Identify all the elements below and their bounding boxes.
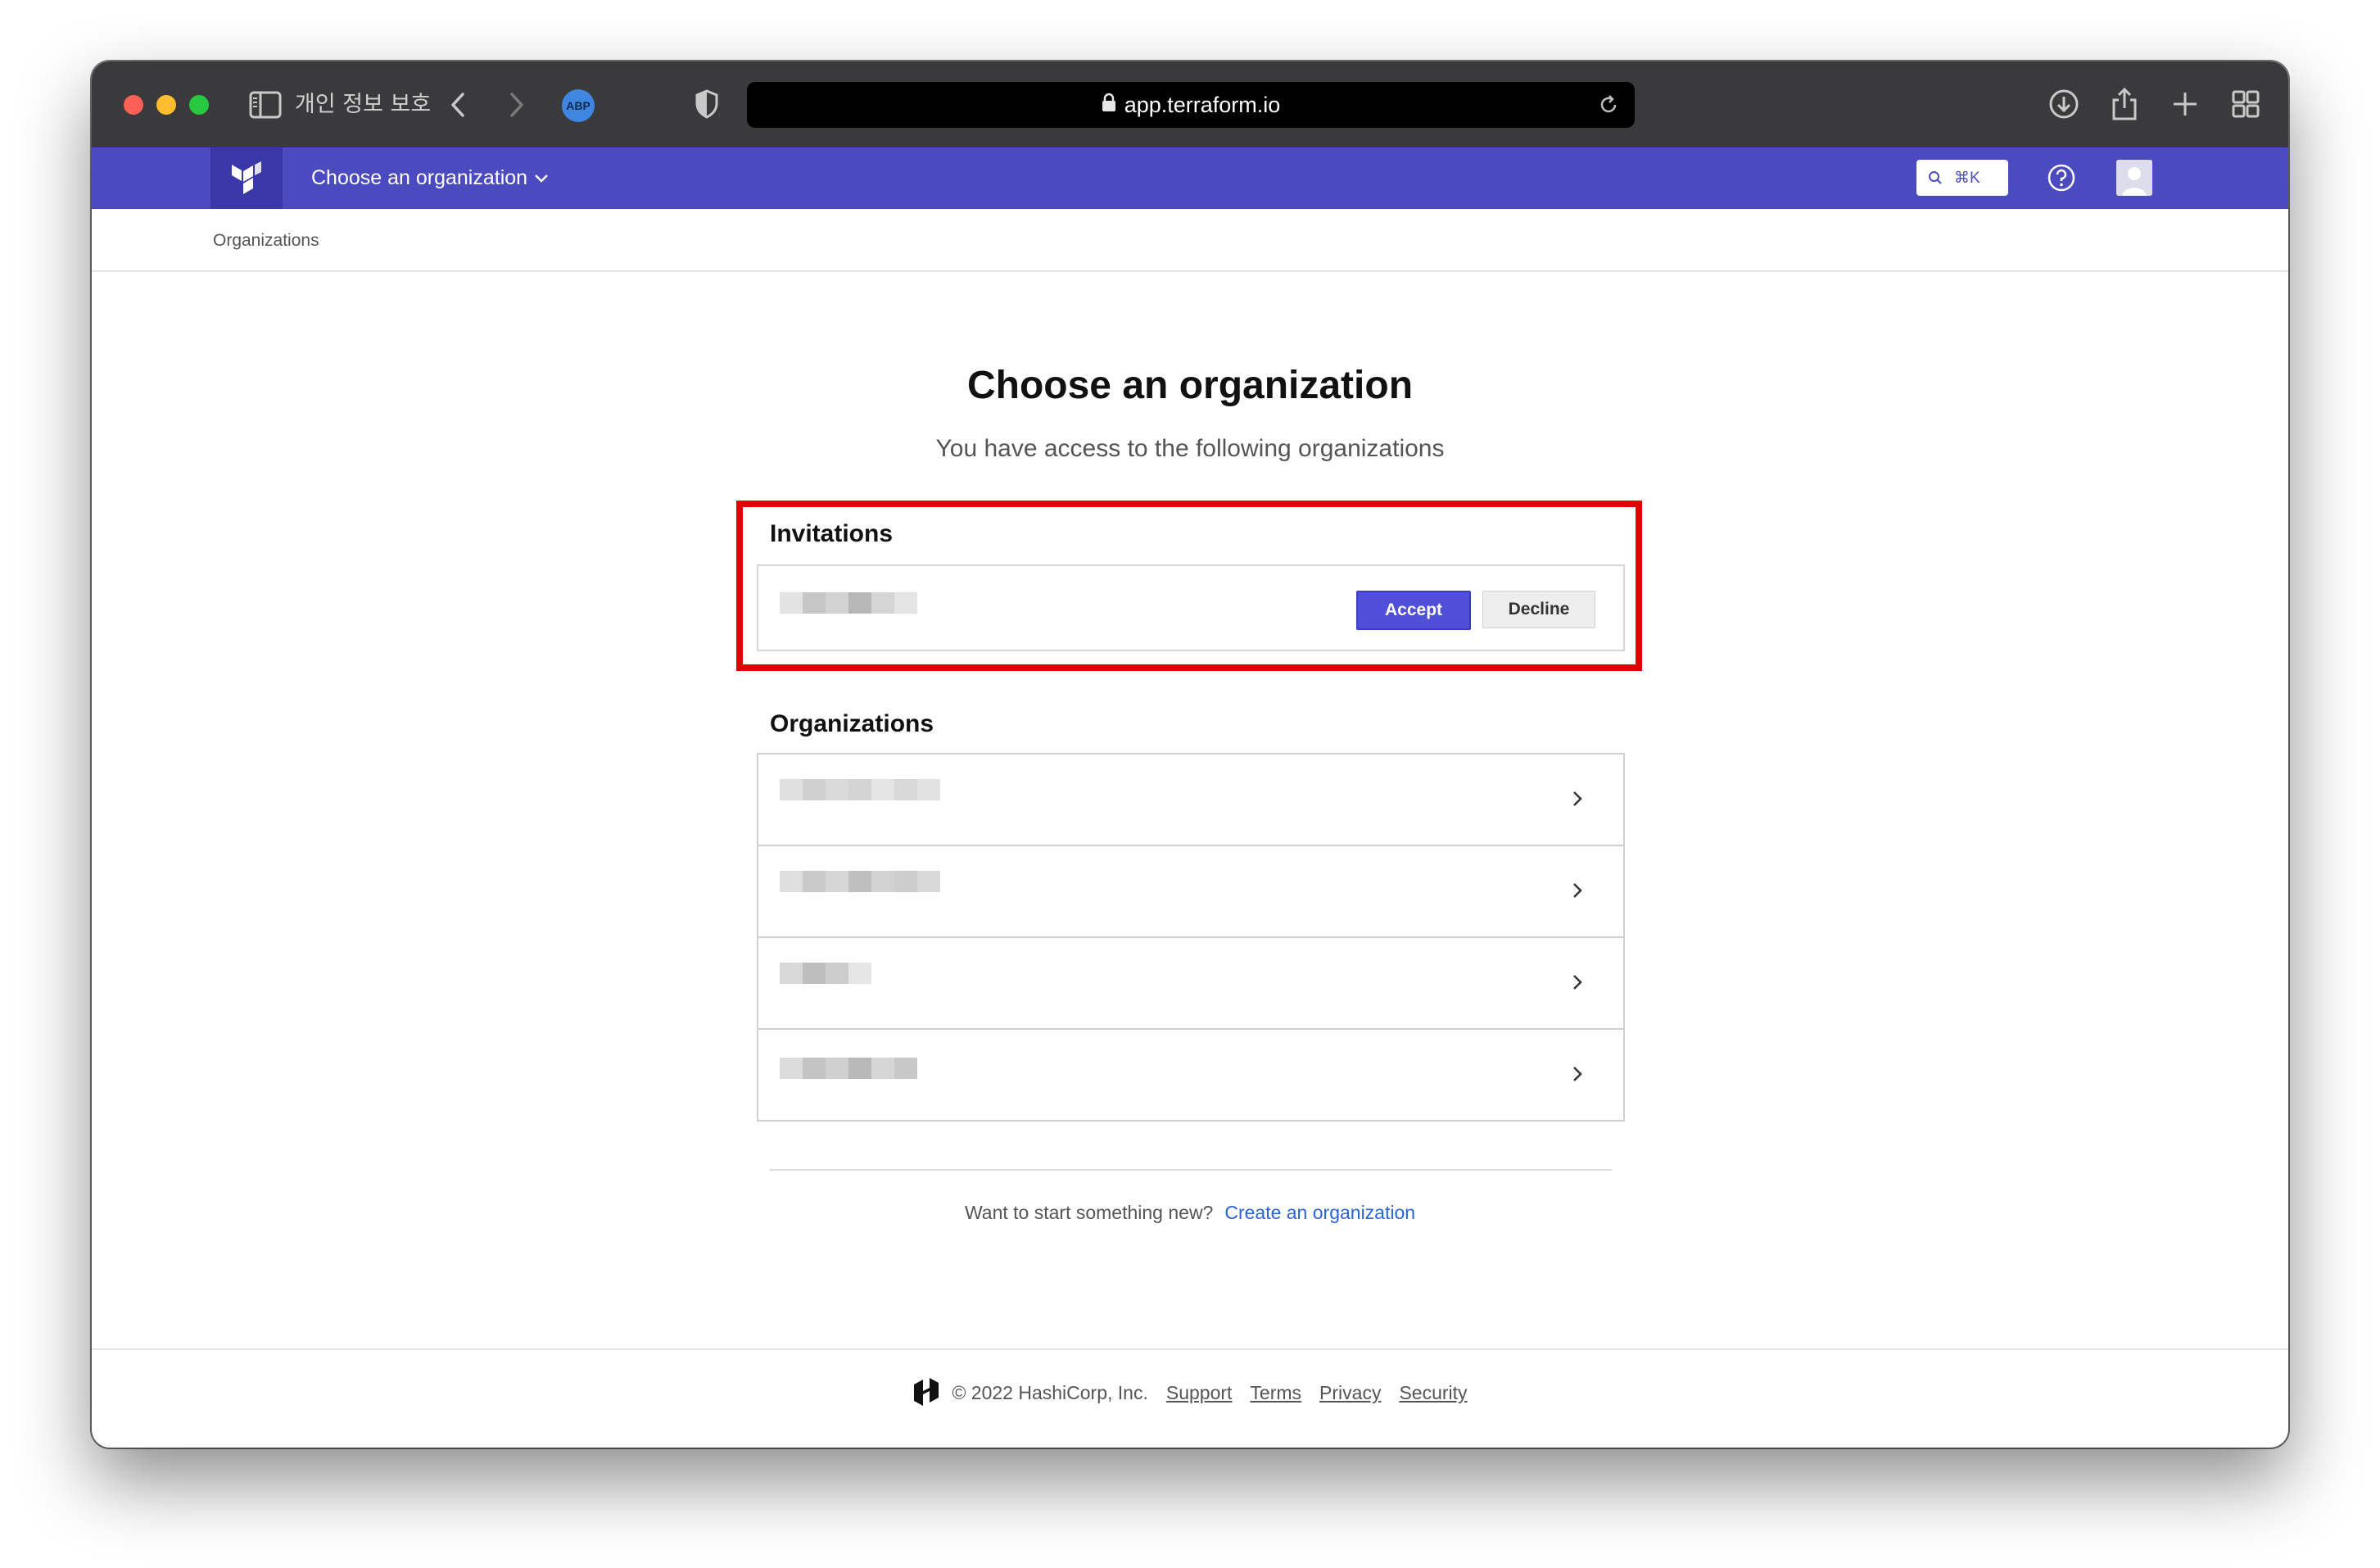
address-bar[interactable]: app.terraform.io bbox=[747, 82, 1635, 128]
accept-invitation-button[interactable]: Accept bbox=[1356, 591, 1471, 630]
url-text: app.terraform.io bbox=[1124, 92, 1281, 117]
create-organization-link[interactable]: Create an organization bbox=[1224, 1202, 1415, 1223]
organizations-heading: Organizations bbox=[770, 710, 934, 737]
redacted-org-name bbox=[780, 592, 917, 614]
search-button[interactable]: ⌘K bbox=[1916, 160, 2008, 196]
back-icon[interactable] bbox=[446, 89, 470, 120]
lock-icon bbox=[1102, 93, 1116, 118]
search-shortcut: ⌘K bbox=[1954, 169, 1980, 187]
minimize-window-button[interactable] bbox=[156, 95, 176, 115]
chevron-right-icon bbox=[1573, 883, 1582, 898]
footer-link-security[interactable]: Security bbox=[1399, 1382, 1467, 1404]
organization-selector-label: Choose an organization bbox=[311, 166, 528, 189]
section-divider bbox=[770, 1169, 1612, 1171]
hashicorp-logo-icon bbox=[914, 1378, 939, 1406]
download-icon[interactable] bbox=[2046, 86, 2082, 122]
close-window-button[interactable] bbox=[124, 95, 143, 115]
share-icon[interactable] bbox=[2106, 86, 2142, 122]
footer-link-support[interactable]: Support bbox=[1166, 1382, 1233, 1404]
chevron-right-icon bbox=[1573, 791, 1582, 806]
help-icon[interactable] bbox=[2046, 162, 2077, 193]
browser-window: 개인 정보 보호 ABP app.terraform.io Choose an … bbox=[92, 61, 2288, 1448]
organization-selector[interactable]: Choose an organization bbox=[311, 147, 549, 209]
zoom-window-button[interactable] bbox=[189, 95, 209, 115]
redacted-org-name bbox=[780, 779, 940, 800]
breadcrumb-bar: Organizations bbox=[92, 209, 2288, 272]
user-avatar[interactable] bbox=[2116, 160, 2152, 196]
organization-row[interactable] bbox=[758, 755, 1623, 846]
reload-icon[interactable] bbox=[1597, 93, 1620, 116]
shield-icon[interactable] bbox=[693, 88, 721, 120]
organization-row[interactable] bbox=[758, 938, 1623, 1030]
decline-invitation-button[interactable]: Decline bbox=[1482, 591, 1595, 628]
invitations-heading: Invitations bbox=[770, 520, 894, 547]
chevron-down-icon bbox=[535, 174, 548, 183]
redacted-org-name bbox=[780, 963, 871, 984]
page-subtitle: You have access to the following organiz… bbox=[935, 435, 1445, 462]
adblock-extension-icon[interactable]: ABP bbox=[562, 89, 595, 122]
redacted-org-name bbox=[780, 1058, 917, 1079]
create-org-prompt-text: Want to start something new? bbox=[964, 1202, 1214, 1223]
terraform-logo-icon[interactable] bbox=[210, 147, 283, 209]
chevron-right-icon bbox=[1573, 1067, 1582, 1081]
forward-icon[interactable] bbox=[505, 89, 529, 120]
organization-row[interactable] bbox=[758, 1030, 1623, 1120]
footer-link-terms[interactable]: Terms bbox=[1250, 1382, 1301, 1404]
sidebar-toggle-icon[interactable] bbox=[249, 91, 282, 119]
footer-link-privacy[interactable]: Privacy bbox=[1319, 1382, 1381, 1404]
app-header: Choose an organization ⌘K bbox=[92, 147, 2288, 209]
create-org-prompt: Want to start something new? Create an or… bbox=[92, 1202, 2288, 1224]
footer: © 2022 HashiCorp, Inc. Support Terms Pri… bbox=[92, 1378, 2288, 1407]
organizations-list bbox=[757, 753, 1625, 1122]
browser-toolbar: 개인 정보 보호 ABP app.terraform.io bbox=[92, 61, 2288, 147]
copyright-text: © 2022 HashiCorp, Inc. bbox=[952, 1381, 1148, 1403]
invitation-card: Accept Decline bbox=[757, 564, 1625, 651]
breadcrumb[interactable]: Organizations bbox=[213, 231, 319, 251]
footer-divider bbox=[92, 1348, 2288, 1350]
redacted-org-name bbox=[780, 871, 940, 892]
organization-row[interactable] bbox=[758, 846, 1623, 938]
privacy-report-label[interactable]: 개인 정보 보호 bbox=[295, 91, 431, 119]
chevron-right-icon bbox=[1573, 975, 1582, 990]
page-title: Choose an organization bbox=[966, 364, 1414, 407]
search-icon bbox=[1929, 171, 1942, 184]
new-tab-icon[interactable] bbox=[2167, 86, 2203, 122]
tab-overview-icon[interactable] bbox=[2228, 86, 2264, 122]
